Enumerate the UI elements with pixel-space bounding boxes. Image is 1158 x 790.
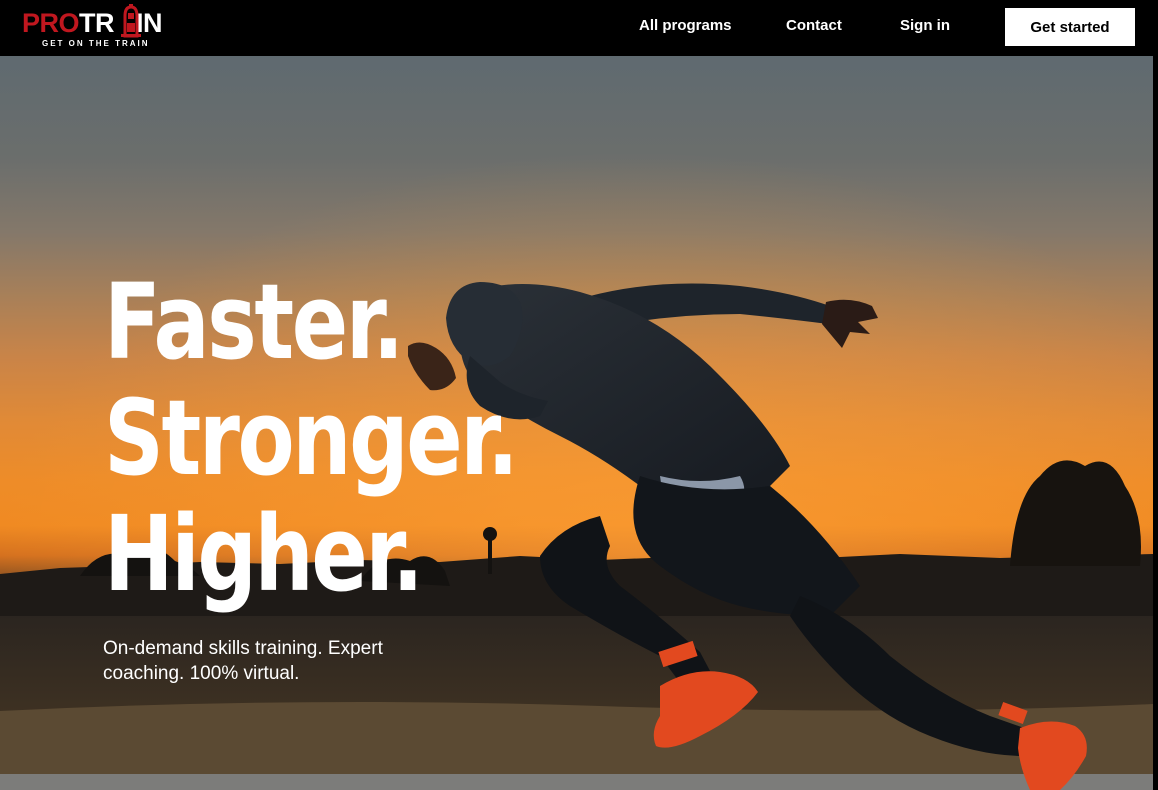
train-icon: [121, 4, 141, 38]
landing-page: PROTR IN GET ON THE TRAIN All programs Co…: [0, 0, 1158, 790]
logo-word-tr: TR: [79, 8, 115, 38]
brand-logo[interactable]: PROTR IN GET ON THE TRAIN: [22, 4, 172, 50]
hero-headline: Faster. Stronger. Higher.: [104, 261, 519, 615]
nav-link-all-programs[interactable]: All programs: [639, 17, 732, 35]
headline-line-2: Stronger.: [104, 377, 519, 499]
hero-subcopy: On-demand skills training. Expert coachi…: [103, 638, 383, 684]
nav-link-sign-in[interactable]: Sign in: [900, 17, 950, 35]
get-started-button[interactable]: Get started: [1005, 8, 1135, 46]
logo-tagline: GET ON THE TRAIN: [42, 39, 150, 48]
logo-word-pro: PRO: [22, 8, 80, 38]
hero-section: Faster. Stronger. Higher. On-demand skil…: [0, 56, 1153, 790]
top-nav: PROTR IN GET ON THE TRAIN All programs Co…: [0, 0, 1158, 56]
page-edge: [1153, 56, 1158, 790]
headline-line-3: Higher.: [104, 493, 424, 615]
nav-link-contact[interactable]: Contact: [786, 17, 842, 35]
headline-line-1: Faster.: [104, 261, 404, 383]
